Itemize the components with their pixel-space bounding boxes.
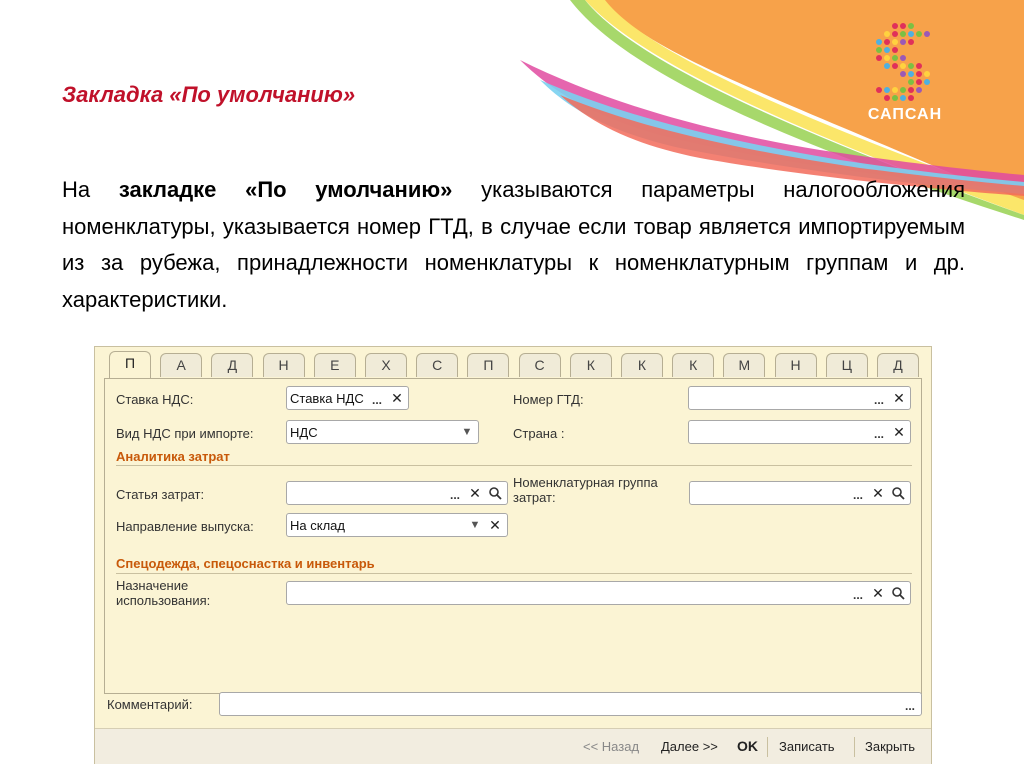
more-icon[interactable]: ... (869, 388, 889, 408)
slide-title: Закладка «По умолчанию» (62, 82, 356, 107)
save-button[interactable]: Записать (779, 739, 835, 754)
tab-8[interactable]: П (467, 353, 510, 377)
tab-16[interactable]: Д (877, 353, 919, 377)
logo-text: САПСАН (867, 106, 943, 123)
vat-import-label: Вид НДС при импорте: (116, 426, 254, 441)
tab-6[interactable]: Х (365, 353, 407, 377)
tab-7[interactable]: С (416, 353, 459, 377)
tab-14[interactable]: Н (774, 353, 817, 377)
search-icon[interactable] (888, 583, 908, 603)
button-divider (767, 737, 768, 757)
search-icon[interactable] (888, 483, 908, 503)
clear-icon[interactable]: ✕ (465, 483, 485, 503)
close-button[interactable]: Закрыть (865, 739, 915, 754)
clear-icon[interactable]: ✕ (889, 422, 909, 442)
tab-bar: ПАДНЕХСПСКККМНЦД (95, 347, 931, 380)
clear-icon[interactable]: ✕ (387, 388, 407, 408)
command-bar: << Назад Далее >> OK Записать Закрыть (95, 728, 931, 764)
section-divider (116, 465, 912, 466)
vat-rate-field[interactable]: Ставка НДС ... ✕ (286, 386, 409, 410)
tab-11[interactable]: К (621, 353, 663, 377)
direction-label: Направление выпуска: (116, 519, 254, 534)
tab-12[interactable]: К (672, 353, 715, 377)
button-divider (854, 737, 855, 757)
tab-2[interactable]: А (160, 353, 203, 377)
vat-rate-value: Ставка НДС (290, 391, 364, 406)
ok-button[interactable]: OK (737, 738, 758, 754)
clear-icon[interactable]: ✕ (485, 515, 505, 535)
tab-1[interactable]: П (109, 351, 151, 380)
more-icon[interactable]: ... (848, 483, 868, 503)
more-icon[interactable]: ... (367, 388, 387, 408)
cost-analytics-section-title: Аналитика затрат (116, 449, 230, 464)
cost-item-label: Статья затрат: (116, 487, 205, 502)
country-label: Страна : (513, 426, 565, 441)
more-icon[interactable]: ... (869, 422, 889, 442)
direction-select[interactable]: На склад ▼ ✕ (286, 513, 508, 537)
intro-bold: закладке «По умолчанию» (118, 177, 453, 202)
tab-default-panel: Ставка НДС: Ставка НДС ... ✕ Номер ГТД: … (104, 378, 922, 694)
more-icon[interactable]: ... (900, 694, 920, 714)
tab-5[interactable]: Е (313, 353, 356, 377)
gtd-number-field[interactable]: ... ✕ (688, 386, 911, 410)
nomen-group-label: Номенклатурная группа затрат: (513, 475, 658, 505)
intro-paragraph: На закладке «По умолчанию» указываются п… (62, 172, 965, 318)
chevron-down-icon[interactable]: ▼ (465, 515, 485, 535)
purpose-field[interactable]: ... ✕ (286, 581, 911, 605)
tab-4[interactable]: Н (262, 353, 305, 377)
tab-13[interactable]: М (723, 353, 766, 377)
search-icon[interactable] (485, 483, 505, 503)
direction-value: На склад (290, 518, 345, 533)
clear-icon[interactable]: ✕ (889, 388, 909, 408)
comment-field[interactable]: ... (219, 692, 922, 716)
vat-import-value: НДС (290, 425, 318, 440)
clear-icon[interactable]: ✕ (868, 583, 888, 603)
tab-9[interactable]: С (518, 353, 561, 377)
workwear-section-title: Спецодежда, спецоснастка и инвентарь (116, 556, 375, 571)
more-icon[interactable]: ... (848, 583, 868, 603)
tab-15[interactable]: Ц (825, 353, 868, 377)
tab-10[interactable]: К (569, 353, 612, 377)
vat-import-select[interactable]: НДС ▼ (286, 420, 479, 444)
gtd-number-label: Номер ГТД: (513, 392, 584, 407)
next-button[interactable]: Далее >> (661, 739, 718, 754)
intro-prefix: На (62, 177, 119, 202)
logo-dots-icon (876, 23, 930, 101)
section-divider (116, 573, 912, 574)
tab-3[interactable]: Д (211, 353, 254, 377)
item-form-window: ПАДНЕХСПСКККМНЦД Ставка НДС: Ставка НДС … (94, 346, 932, 764)
country-field[interactable]: ... ✕ (688, 420, 911, 444)
chevron-down-icon[interactable]: ▼ (457, 422, 477, 442)
more-icon[interactable]: ... (445, 483, 465, 503)
cost-item-field[interactable]: ... ✕ (286, 481, 508, 505)
sapsan-logo: САПСАН (855, 18, 955, 133)
comment-label: Комментарий: (107, 697, 193, 712)
back-button[interactable]: << Назад (583, 739, 639, 754)
purpose-label: Назначение использования: (116, 578, 211, 608)
nomen-group-field[interactable]: ... ✕ (689, 481, 911, 505)
vat-rate-label: Ставка НДС: (116, 392, 194, 407)
clear-icon[interactable]: ✕ (868, 483, 888, 503)
